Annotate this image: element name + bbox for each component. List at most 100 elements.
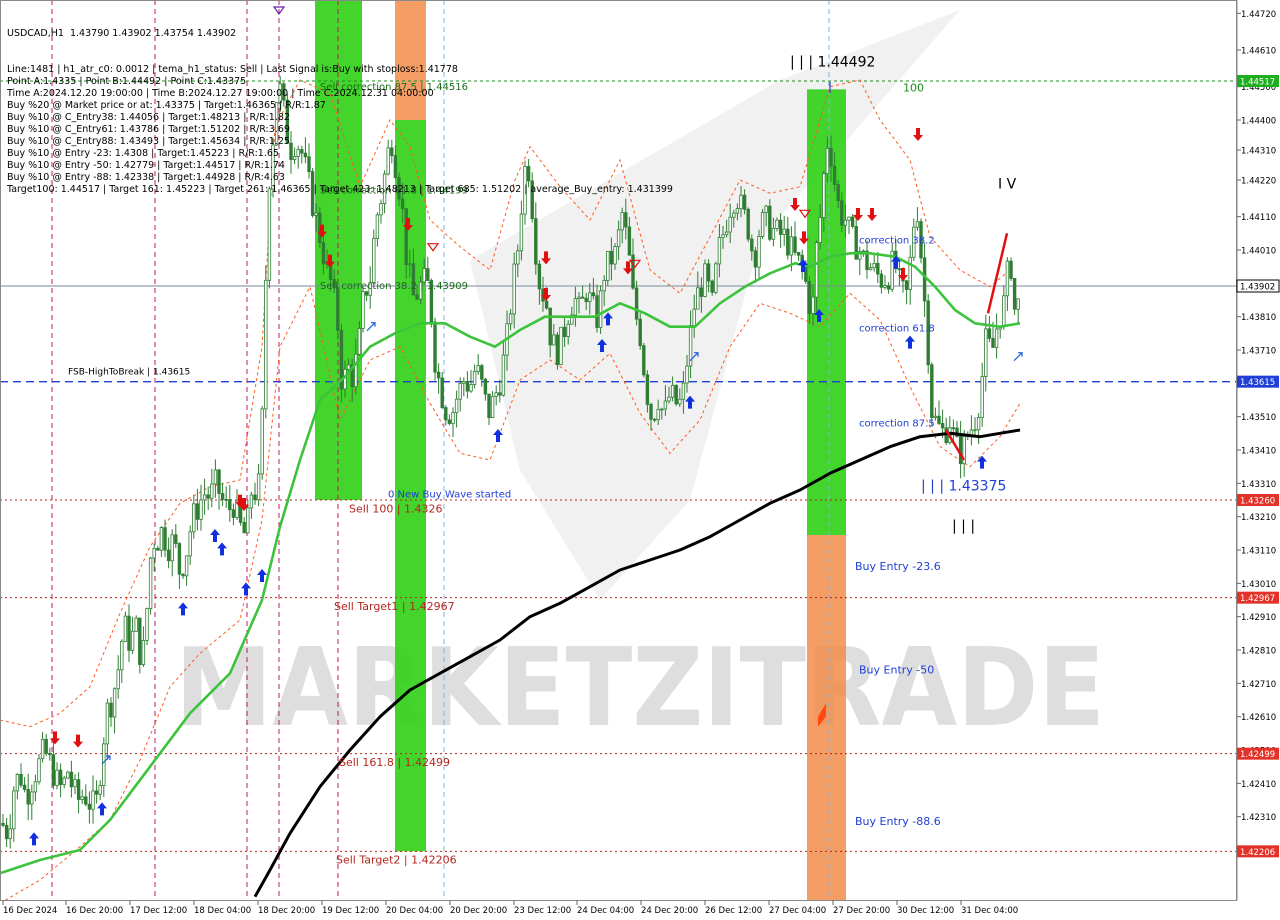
candle (876, 252, 880, 284)
candle-body (670, 384, 675, 398)
candle-body (141, 640, 146, 665)
candle-body (746, 208, 750, 240)
candle (454, 390, 459, 428)
candle-body (728, 216, 732, 233)
candle (703, 259, 707, 298)
time-tick-label: 20 Dec 20:00 (450, 906, 507, 916)
sell-161-8-price-tag-label: 1.42499 (1240, 750, 1275, 760)
target-100-price-tag-label: 1.44517 (1240, 78, 1275, 88)
candle-body (861, 250, 866, 253)
candle-body (267, 188, 272, 281)
price-axis[interactable]: 1.447201.446101.445001.444001.443101.442… (1236, 0, 1280, 920)
candle-body (768, 205, 772, 240)
candle (116, 655, 120, 699)
candle-body (685, 365, 689, 384)
candle-body (444, 407, 448, 421)
candle (127, 604, 131, 662)
candle-body (91, 790, 95, 810)
candle-body (188, 531, 192, 557)
candle-body (645, 374, 650, 405)
info-lines: Line:1481 | h1_atr_c0: 0.0012 | tema_h1_… (7, 64, 673, 195)
candle-body (379, 203, 383, 216)
candle (159, 526, 164, 557)
candle-body (850, 216, 855, 227)
candle (908, 245, 912, 305)
new-buy-wave-label: 0 New Buy Wave started (388, 489, 511, 500)
candle (177, 542, 182, 589)
candle-body (364, 291, 369, 296)
sell-arrow-icon (913, 128, 923, 141)
candle-body (616, 229, 621, 248)
candle-body (69, 771, 74, 788)
candle-body (980, 376, 984, 418)
buy-arrow-icon (217, 542, 227, 556)
candle-body (22, 784, 27, 790)
candle-body (1016, 298, 1020, 310)
candle-body (786, 228, 790, 256)
candle (192, 495, 196, 539)
candle-body (793, 236, 797, 253)
time-axis-bg (0, 901, 1280, 920)
candle-body (336, 287, 340, 331)
candle-body (660, 408, 664, 411)
candle (138, 617, 142, 674)
candle-body (264, 279, 268, 410)
candle-body (537, 263, 542, 290)
correction-382-label: correction 38.2 (859, 235, 935, 246)
candle (462, 377, 466, 397)
candle-body (742, 194, 747, 210)
candle (66, 770, 70, 779)
candle-body (220, 493, 225, 500)
candle (980, 362, 984, 427)
fsb-high-to-break-price-tag-label: 1.43615 (1240, 378, 1275, 388)
info-line: Buy %10 @ Entry -23: 1.4308 | Target:1.4… (7, 148, 279, 159)
candle-body (26, 789, 30, 805)
candle-body (573, 298, 578, 316)
candle-body (123, 615, 128, 642)
info-line: Time A:2024.12.20 19:00:00 | Time B:2024… (7, 88, 434, 99)
candle-body (206, 494, 210, 499)
buy-arrow-icon (257, 569, 267, 582)
candle-body (825, 147, 830, 175)
candle (51, 739, 56, 790)
candle (606, 250, 610, 286)
info-line: Buy %10 @ C_Entry61: 1.43786 | Target:1.… (7, 124, 290, 135)
candle-body (638, 318, 642, 347)
candle-body (15, 773, 20, 792)
sell-target1-label: Sell Target1 | 1.42967 (334, 600, 455, 613)
price-tick-label: 1.42810 (1241, 647, 1276, 657)
candle (30, 784, 34, 820)
time-tick-label: 26 Dec 12:00 (705, 906, 762, 916)
candle-body (732, 212, 736, 218)
candle (534, 202, 538, 275)
candle (922, 242, 927, 318)
candle-body (991, 337, 995, 348)
time-axis[interactable]: 16 Dec 2024 16 Dec 20:00 17 Dec 12:00 18 De… (0, 900, 1280, 920)
candle-body (462, 381, 466, 384)
candle (8, 814, 12, 849)
candle-body (159, 527, 164, 551)
candle (163, 519, 167, 557)
candle-body (753, 250, 758, 268)
time-tick-label: 27 Dec 04:00 (769, 906, 826, 916)
candle-body (512, 263, 516, 315)
candle (447, 414, 452, 426)
candle (444, 405, 448, 426)
candle-body (627, 226, 632, 256)
sell-target2-label: Sell Target2 | 1.42206 (336, 853, 457, 866)
candle (253, 482, 257, 505)
candle-body (87, 803, 92, 810)
candle (746, 207, 750, 243)
candle-body (483, 378, 488, 395)
candle-body (1009, 260, 1013, 279)
candle (249, 491, 254, 519)
info-line: Buy %20 @ Market price or at: 1.43375 | … (7, 100, 326, 111)
candle-body (807, 281, 812, 314)
candle-body (148, 557, 153, 609)
candle-body (566, 323, 570, 338)
candle (80, 789, 84, 804)
candle-body (656, 409, 660, 420)
candle-body (228, 499, 232, 511)
sell-correction-382-label: Sell correction 38.2 | 1.43909 (320, 281, 468, 292)
point-c-label: | | | 1.43375 (921, 479, 1006, 495)
